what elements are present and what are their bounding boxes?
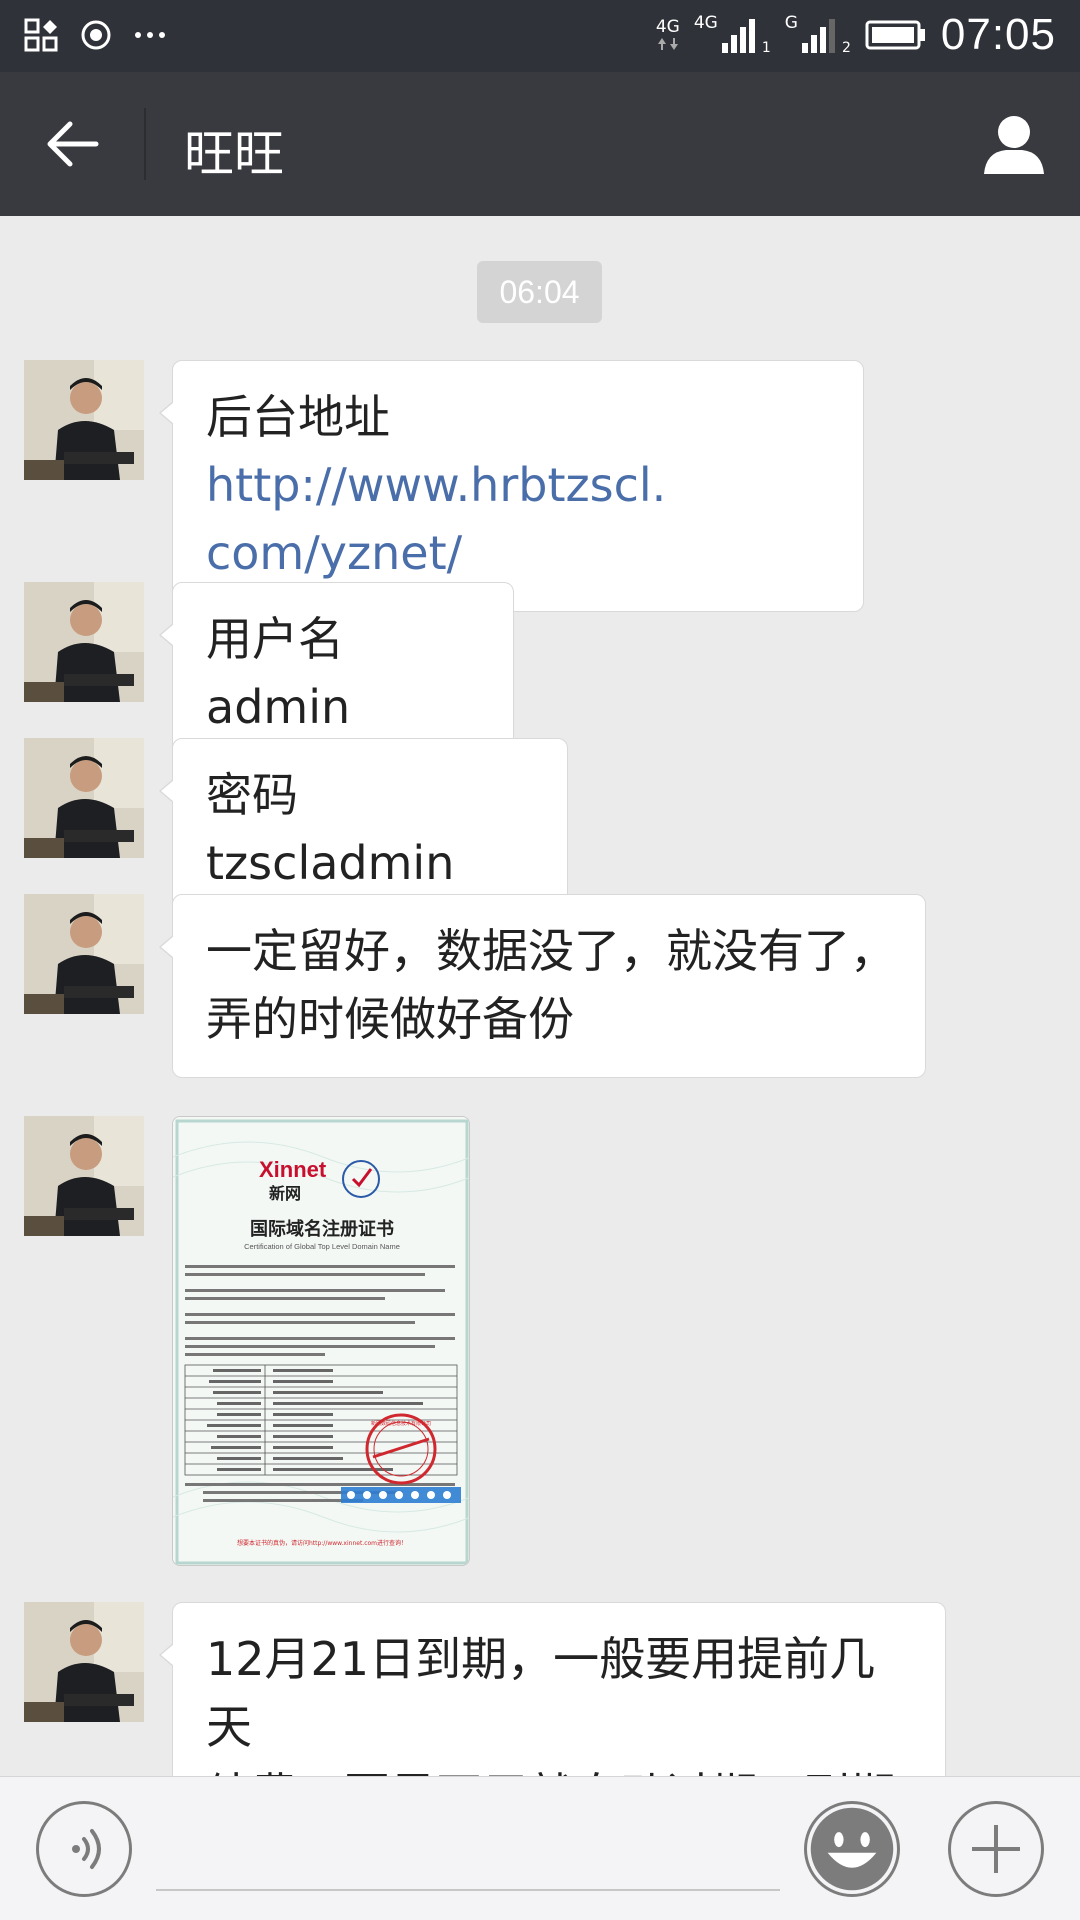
back-arrow-icon bbox=[47, 121, 99, 167]
status-bar: 4G 4G 1 G 2 07:05 bbox=[0, 0, 1080, 72]
signal-group-2: G 2 bbox=[784, 13, 851, 56]
more-dots-icon bbox=[135, 32, 165, 38]
avatar[interactable] bbox=[24, 582, 144, 702]
back-button[interactable] bbox=[30, 102, 114, 186]
status-bar-right: 4G 4G 1 G 2 07:05 bbox=[656, 10, 1056, 60]
avatar[interactable] bbox=[24, 1116, 144, 1236]
message-bubble[interactable]: 一定留好，数据没了，就没有了， 弄的时候做好备份 bbox=[159, 894, 926, 1078]
avatar[interactable] bbox=[24, 894, 144, 1014]
message-text: 密码tzscladmin bbox=[206, 768, 455, 890]
network-type-1: 4G bbox=[655, 16, 680, 37]
more-actions-button[interactable] bbox=[948, 1801, 1044, 1897]
cert-brand-cn: 新网 bbox=[269, 1184, 301, 1203]
chat-header: 旺旺 bbox=[0, 72, 1080, 216]
network-type-3: G bbox=[784, 13, 798, 33]
voice-waves-icon bbox=[72, 1829, 101, 1869]
voice-input-button[interactable] bbox=[36, 1801, 132, 1897]
chat-title: 旺旺 bbox=[184, 125, 284, 183]
signal-bars-icon-1 bbox=[721, 19, 755, 53]
cert-footer: 想要本证书的真伪，请访问http://www.xinnet.com进行查询！ bbox=[237, 1539, 407, 1547]
emoji-button[interactable] bbox=[804, 1801, 900, 1897]
plus-icon bbox=[972, 1825, 1020, 1873]
sim-index-2: 2 bbox=[841, 40, 851, 56]
clock: 07:05 bbox=[940, 10, 1056, 59]
avatar[interactable] bbox=[24, 360, 144, 480]
message-bubble[interactable]: 12月21日到期，一般要用提前几天续费，要是不用就自动过期，到期 bbox=[159, 1602, 946, 1776]
image-message[interactable]: Xinnet 新网 国际域名注册证书 Certification of Glob… bbox=[172, 1116, 470, 1566]
avatar-photo bbox=[24, 1602, 144, 1722]
message-text: 用户名admin bbox=[206, 612, 351, 734]
certificate-image: Xinnet 新网 国际域名注册证书 Certification of Glob… bbox=[173, 1117, 469, 1565]
avatar-photo bbox=[24, 894, 144, 1014]
cert-subtitle: Certification of Global Top Level Domain… bbox=[244, 1242, 400, 1251]
signal-bars-icon-2 bbox=[801, 19, 835, 53]
avatar[interactable] bbox=[24, 738, 144, 858]
status-bar-left bbox=[24, 18, 166, 52]
cert-title: 国际域名注册证书 bbox=[250, 1218, 394, 1240]
contact-profile-button[interactable] bbox=[978, 108, 1050, 180]
avatar[interactable] bbox=[24, 1602, 144, 1722]
message-link-cont[interactable]: com/yznet/ bbox=[206, 526, 462, 580]
chat-area[interactable]: 06:04 后台地址 http://www.hrbtzscl. com/yznet/ bbox=[0, 216, 1080, 1776]
message-text-line-2: 续费，要是不用就自动过期，到期 bbox=[206, 1768, 896, 1776]
message-text-line-1: 12月21日到期，一般要用提前几天 bbox=[206, 1632, 876, 1754]
avatar-photo bbox=[24, 1116, 144, 1236]
message-bubble[interactable]: 后台地址 http://www.hrbtzscl. com/yznet/ bbox=[159, 360, 864, 612]
message-text-line-1: 一定留好，数据没了，就没有了， bbox=[206, 924, 896, 978]
message-input[interactable] bbox=[156, 1805, 780, 1891]
signal-group-1: 4G 1 bbox=[693, 13, 771, 56]
avatar-photo bbox=[24, 738, 144, 858]
avatar-photo bbox=[24, 582, 144, 702]
message-link[interactable]: http://www.hrbtzscl. bbox=[206, 458, 666, 512]
network-type-2: 4G bbox=[693, 13, 718, 33]
input-bar bbox=[0, 1776, 1080, 1920]
header-divider bbox=[144, 108, 146, 180]
cert-brand: Xinnet bbox=[259, 1157, 327, 1182]
avatar-photo bbox=[24, 360, 144, 480]
smiley-icon bbox=[810, 1807, 894, 1891]
timestamp-chip: 06:04 bbox=[477, 261, 602, 323]
record-icon bbox=[81, 20, 111, 50]
cert-stamp-text: 新网数码信息技术有限公司 bbox=[371, 1420, 431, 1427]
battery-icon bbox=[865, 20, 925, 50]
data-arrows-icon bbox=[657, 37, 678, 50]
app-grid-icon bbox=[24, 18, 58, 52]
message-text-line-2: 弄的时候做好备份 bbox=[206, 992, 574, 1046]
sim-index-1: 1 bbox=[761, 40, 771, 56]
message-text: 后台地址 bbox=[206, 390, 390, 444]
person-icon bbox=[984, 116, 1044, 174]
network-indicator-1: 4G bbox=[655, 16, 680, 52]
